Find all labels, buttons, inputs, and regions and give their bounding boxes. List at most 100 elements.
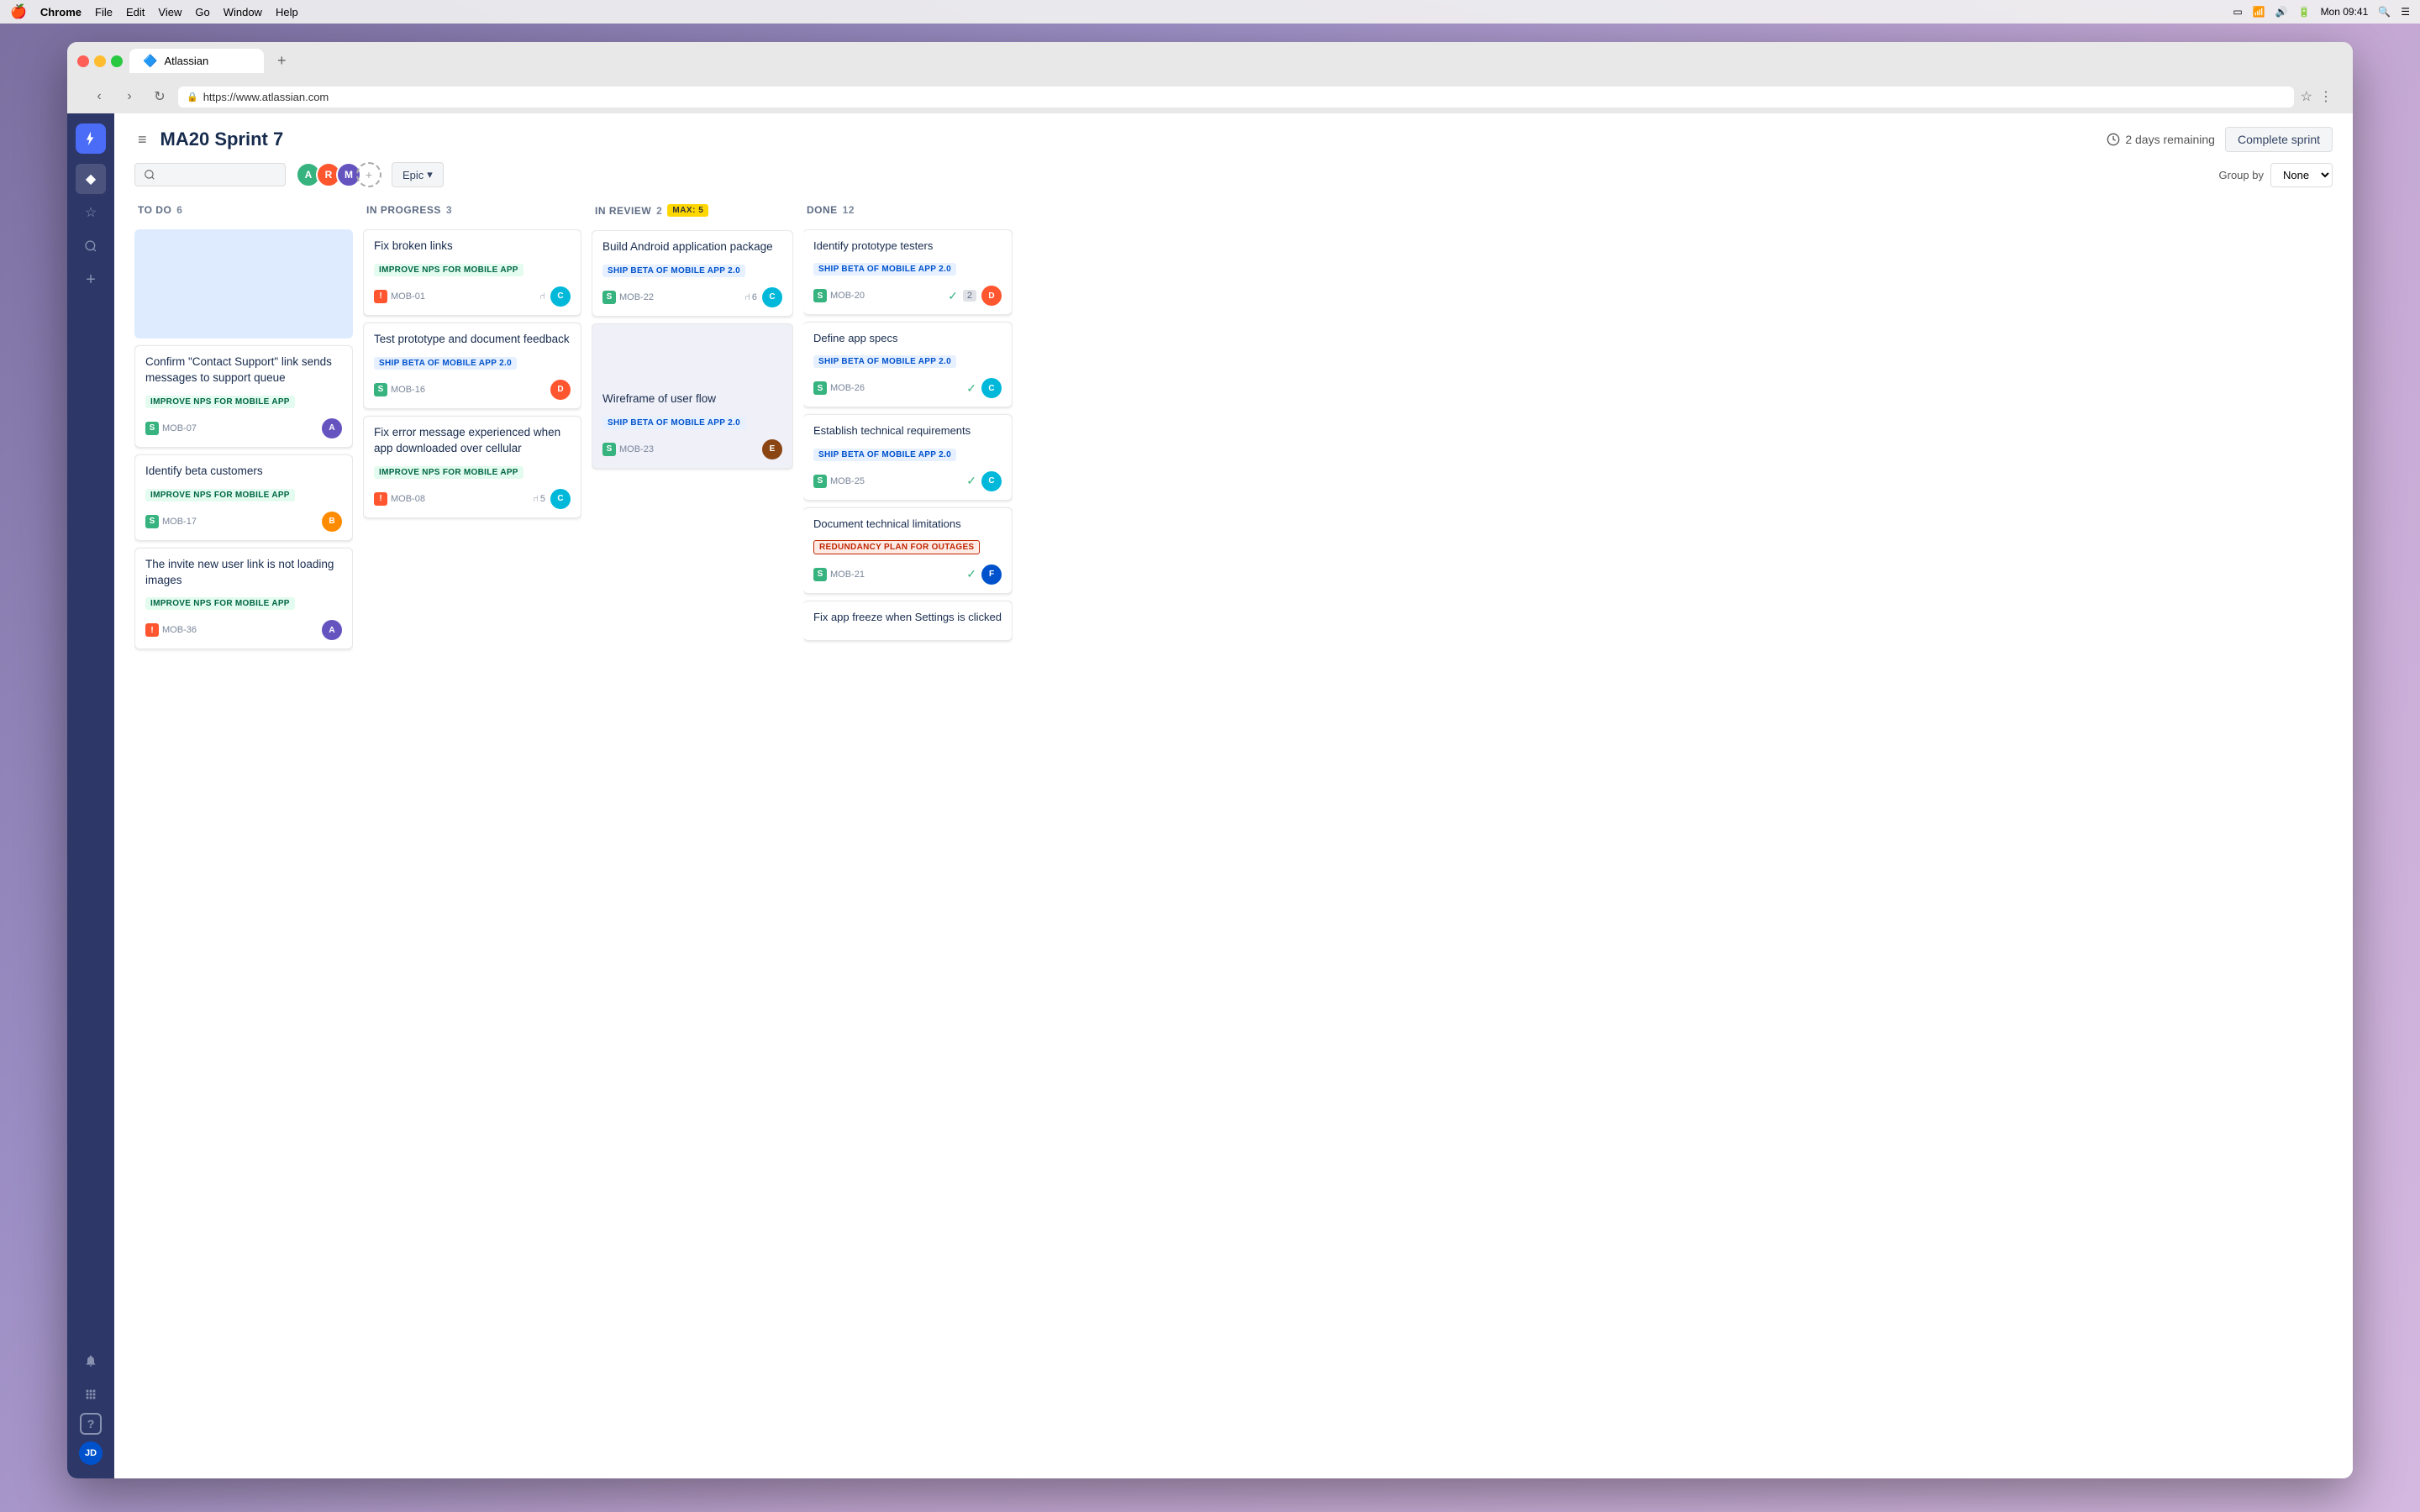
forward-button[interactable]: › — [118, 85, 141, 108]
card-title: Identify beta customers — [145, 464, 342, 480]
card-avatar: C — [550, 489, 571, 509]
menu-window[interactable]: Window — [224, 6, 262, 18]
sidebar: ◆ ☆ + ? — [67, 113, 114, 1478]
group-by-select[interactable]: None — [2270, 163, 2333, 187]
epic-tag: IMPROVE NPS FOR MOBILE APP — [145, 597, 295, 610]
card-title: Fix app freeze when Settings is clicked — [813, 610, 1002, 625]
minimize-button[interactable] — [94, 55, 106, 67]
card-type-story-icon: S — [602, 443, 616, 456]
card-title: Wireframe of user flow — [602, 391, 782, 407]
card-mob08[interactable]: Fix error message experienced when app d… — [363, 416, 581, 518]
hamburger-button[interactable]: ≡ — [134, 128, 150, 152]
card-title: Document technical limitations — [813, 517, 1002, 532]
sidebar-item-search[interactable] — [76, 231, 106, 261]
sidebar-item-home[interactable]: ◆ — [76, 164, 106, 194]
card-footer: ! MOB-01 ⑁ C — [374, 286, 571, 307]
card-id-wrap: S MOB-23 — [602, 443, 654, 456]
card-mob36[interactable]: The invite new user link is not loading … — [134, 548, 353, 650]
card-right: ✓ F — [966, 564, 1002, 585]
browser-addressbar: ‹ › ↻ 🔒 https://www.atlassian.com ☆ ⋮ — [77, 80, 2343, 113]
complete-sprint-button[interactable]: Complete sprint — [2225, 127, 2333, 152]
card-footer: S MOB-23 E — [602, 439, 782, 459]
new-tab-button[interactable]: + — [271, 49, 293, 73]
card-footer: S MOB-26 ✓ C — [813, 378, 1002, 398]
card-title: Build Android application package — [602, 239, 782, 255]
address-bar[interactable]: 🔒 https://www.atlassian.com — [178, 87, 2294, 108]
apple-menu[interactable]: 🍎 — [10, 3, 27, 20]
search-icon[interactable]: 🔍 — [2378, 6, 2391, 18]
card-id: MOB-17 — [162, 517, 197, 527]
sidebar-help[interactable]: ? — [80, 1413, 102, 1435]
column-todo-title: TO DO — [138, 204, 171, 216]
sidebar-item-create[interactable]: + — [76, 265, 106, 295]
card-type-story-icon: S — [813, 568, 827, 581]
menu-edit[interactable]: Edit — [126, 6, 145, 18]
card-id: MOB-16 — [391, 385, 425, 395]
card-fix-app-freeze[interactable]: Fix app freeze when Settings is clicked — [803, 601, 1013, 641]
browser-chrome: 🔷 Atlassian + ‹ › ↻ 🔒 https://www.atlass… — [67, 42, 2353, 113]
card-mob16[interactable]: Test prototype and document feedback SHI… — [363, 323, 581, 409]
search-box[interactable] — [134, 163, 286, 186]
clock-icon — [2107, 133, 2120, 146]
card-type-bug-icon: ! — [374, 492, 387, 506]
card-mob17[interactable]: Identify beta customers IMPROVE NPS FOR … — [134, 454, 353, 541]
epic-tag: IMPROVE NPS FOR MOBILE APP — [374, 264, 523, 276]
card-type-story-icon: S — [813, 381, 827, 395]
menu-go[interactable]: Go — [195, 6, 209, 18]
card-avatar: A — [322, 620, 342, 640]
card-mob23[interactable]: Wireframe of user flow SHIP BETA OF MOBI… — [592, 323, 793, 469]
atlassian-logo[interactable] — [76, 123, 106, 154]
sidebar-apps[interactable] — [76, 1379, 106, 1410]
card-title: Test prototype and document feedback — [374, 332, 571, 348]
close-button[interactable] — [77, 55, 89, 67]
assignee-filter[interactable]: A R M + — [296, 162, 381, 187]
card-mob01[interactable]: Fix broken links IMPROVE NPS FOR MOBILE … — [363, 229, 581, 316]
card-id-wrap: ! MOB-01 — [374, 290, 425, 303]
sidebar-profile[interactable]: JD — [76, 1438, 106, 1468]
bookmark-icon[interactable]: ☆ — [2301, 88, 2312, 105]
card-id: MOB-20 — [830, 291, 865, 301]
card-mob07[interactable]: Confirm "Contact Support" link sends mes… — [134, 345, 353, 448]
menu-icon[interactable]: ☰ — [2401, 6, 2410, 18]
card-title: Identify prototype testers — [813, 239, 1002, 254]
card-type-story-icon: S — [813, 475, 827, 488]
column-inreview-header: IN REVIEW 2 MAX: 5 — [592, 197, 793, 223]
menu-help[interactable]: Help — [276, 6, 298, 18]
tab-title: Atlassian — [164, 55, 208, 67]
card-footer: S MOB-20 ✓ 2 D — [813, 286, 1002, 306]
card-avatar: C — [762, 287, 782, 307]
card-mob20[interactable]: Identify prototype testers SHIP BETA OF … — [803, 229, 1013, 315]
menu-view[interactable]: View — [158, 6, 182, 18]
reload-button[interactable]: ↻ — [148, 85, 171, 108]
card-mob22[interactable]: Build Android application package SHIP B… — [592, 230, 793, 317]
card-type-story-icon: S — [813, 289, 827, 302]
card-mob21[interactable]: Document technical limitations REDUNDANC… — [803, 507, 1013, 594]
column-inprogress: IN PROGRESS 3 Fix broken links IMPROVE N… — [363, 197, 581, 1465]
story-points: ⑁ 5 — [533, 494, 545, 504]
column-todo-cards: Confirm "Contact Support" link sends mes… — [134, 229, 353, 1465]
card-mob26[interactable]: Define app specs SHIP BETA OF MOBILE APP… — [803, 322, 1013, 407]
comment-count: 2 — [963, 290, 976, 302]
search-icon — [144, 169, 155, 181]
more-options-icon[interactable]: ⋮ — [2319, 88, 2333, 105]
menubar-right: ▭ 📶 🔊 🔋 Mon 09:41 🔍 ☰ — [2233, 6, 2410, 18]
card-id: MOB-26 — [830, 383, 865, 393]
menu-file[interactable]: File — [95, 6, 113, 18]
maximize-button[interactable] — [111, 55, 123, 67]
sidebar-bottom: ? JD — [76, 1346, 106, 1468]
card-title: Fix broken links — [374, 239, 571, 255]
epic-tag: SHIP BETA OF MOBILE APP 2.0 — [813, 449, 956, 461]
card-right: ⑁ 5 C — [533, 489, 571, 509]
epic-filter[interactable]: Epic ▾ — [392, 162, 444, 187]
add-assignee-button[interactable]: + — [356, 162, 381, 187]
card-avatar: C — [981, 378, 1002, 398]
sidebar-item-starred[interactable]: ☆ — [76, 197, 106, 228]
epic-tag: SHIP BETA OF MOBILE APP 2.0 — [602, 265, 745, 277]
tab-favicon: 🔷 — [143, 54, 157, 68]
back-button[interactable]: ‹ — [87, 85, 111, 108]
sidebar-notifications[interactable] — [76, 1346, 106, 1376]
card-title: Confirm "Contact Support" link sends mes… — [145, 354, 342, 386]
browser-tab[interactable]: 🔷 Atlassian — [129, 49, 264, 73]
card-mob25[interactable]: Establish technical requirements SHIP BE… — [803, 414, 1013, 500]
card-footer: S MOB-17 B — [145, 512, 342, 532]
